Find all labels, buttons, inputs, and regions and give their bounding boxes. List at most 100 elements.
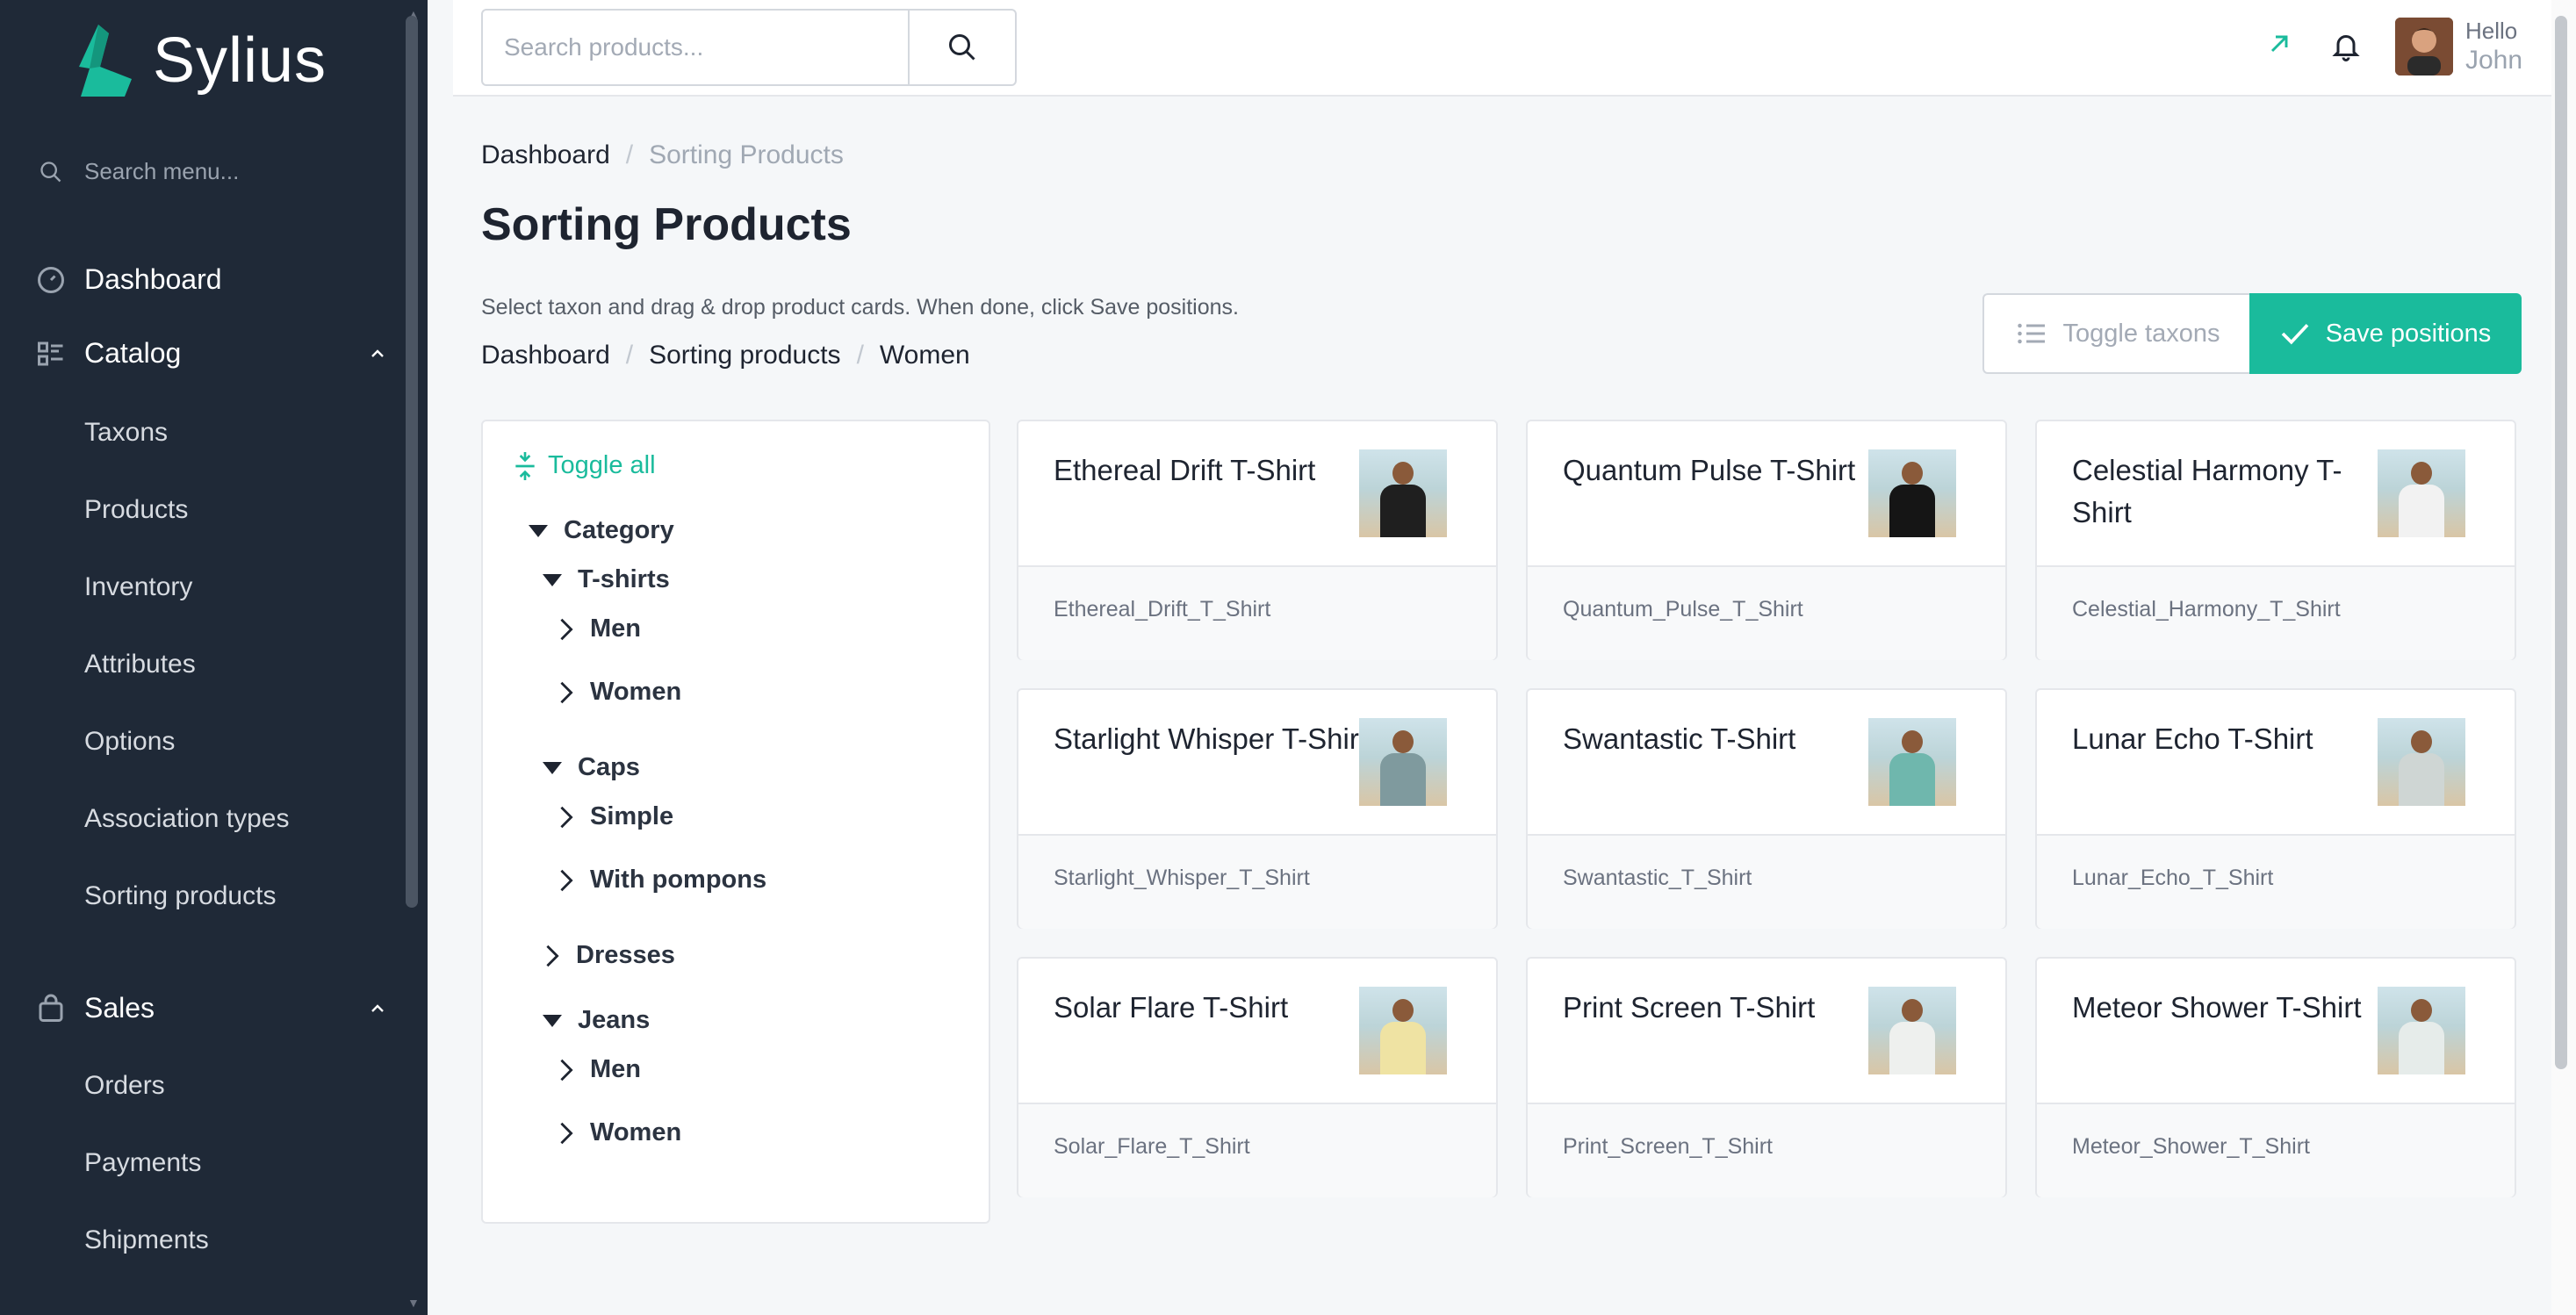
sylius-logo[interactable]: Sylius	[74, 23, 327, 98]
tree-node-category[interactable]: Category	[529, 516, 674, 545]
product-card[interactable]: Meteor Shower T-Shirt Meteor_Shower_T_Sh…	[2035, 957, 2516, 1197]
hello-text: Hello	[2465, 18, 2518, 44]
sidebar-section-sales[interactable]: Sales	[35, 992, 386, 1024]
tree-node-label: T-shirts	[578, 565, 670, 593]
product-thumbnail	[1359, 718, 1447, 806]
product-card[interactable]: Solar Flare T-Shirt Solar_Flare_T_Shirt	[1017, 957, 1498, 1197]
chevron-up-icon	[371, 349, 384, 357]
product-search-button[interactable]	[908, 11, 1015, 84]
product-name: Quantum Pulse T-Shirt	[1563, 454, 1856, 486]
sidebar-item-attributes[interactable]: Attributes	[84, 650, 196, 679]
top-bar: Hello John	[453, 0, 2553, 97]
save-positions-button[interactable]: Save positions	[2249, 293, 2522, 374]
product-thumbnail	[1868, 987, 1956, 1074]
tree-node-label: Jeans	[578, 1006, 651, 1034]
breadcrumb-separator: /	[625, 140, 634, 169]
sidebar-item-sorting-products[interactable]: Sorting products	[84, 881, 276, 911]
product-card[interactable]: Swantastic T-Shirt Swantastic_T_Shirt	[1526, 688, 2007, 929]
breadcrumb-dashboard[interactable]: Dashboard	[481, 140, 610, 170]
menu-search[interactable]: Search menu...	[39, 158, 239, 185]
chevron-up-icon	[371, 1003, 384, 1012]
dashboard-icon	[38, 266, 64, 293]
card-divider	[2037, 565, 2515, 567]
product-name: Swantastic T-Shirt	[1563, 722, 1796, 755]
collapse-icon	[515, 451, 535, 480]
card-divider	[1018, 565, 1496, 567]
sidebar-item-options[interactable]: Options	[84, 727, 175, 757]
caret-down-icon	[529, 524, 548, 537]
sidebar-scroll-down-arrow[interactable]: ▼	[407, 1296, 420, 1310]
product-code: Ethereal_Drift_T_Shirt	[1054, 597, 1271, 622]
bell-icon[interactable]	[2330, 30, 2362, 66]
product-thumbnail	[1868, 718, 1956, 806]
tree-node-caps[interactable]: Caps	[543, 753, 640, 782]
sidebar-item-payments[interactable]: Payments	[84, 1148, 201, 1178]
sidebar-item-dashboard[interactable]: Dashboard	[35, 263, 386, 296]
tree-node-dresses[interactable]: Dresses	[544, 941, 675, 970]
menu-search-placeholder: Search menu...	[84, 158, 240, 184]
product-name: Lunar Echo T-Shirt	[2072, 722, 2313, 755]
tree-node-tshirts[interactable]: T-shirts	[543, 565, 670, 594]
tree-node-tshirts-women[interactable]: Women	[558, 678, 681, 707]
tree-node-label: With pompons	[590, 866, 767, 894]
external-link-icon[interactable]	[2265, 30, 2293, 62]
product-card[interactable]: Celestial Harmony T-Shirt Celestial_Harm…	[2035, 420, 2516, 660]
sidebar: Sylius Search menu... Dashboard Catalog …	[0, 0, 428, 1315]
tree-node-jeans-men[interactable]: Men	[558, 1055, 641, 1084]
product-card[interactable]: Starlight Whisper T-Shirt Starlight_Whis…	[1017, 688, 1498, 929]
tree-node-caps-pompons[interactable]: With pompons	[558, 866, 766, 895]
taxon-breadcrumb-women: Women	[879, 341, 970, 370]
product-name: Meteor Shower T-Shirt	[2072, 991, 2362, 1024]
chevron-right-icon	[560, 806, 573, 828]
taxon-breadcrumb-dashboard[interactable]: Dashboard	[481, 341, 610, 370]
sidebar-item-orders[interactable]: Orders	[84, 1071, 165, 1101]
product-card[interactable]: Ethereal Drift T-Shirt Ethereal_Drift_T_…	[1017, 420, 1498, 660]
page-description: Select taxon and drag & drop product car…	[481, 295, 1239, 320]
chevron-right-icon	[560, 1059, 573, 1081]
sidebar-item-products[interactable]: Products	[84, 495, 188, 525]
breadcrumb-current: Sorting Products	[649, 140, 844, 169]
card-divider	[1018, 1103, 1496, 1104]
product-code: Meteor_Shower_T_Shirt	[2072, 1134, 2310, 1159]
sidebar-section-catalog[interactable]: Catalog	[35, 337, 386, 370]
card-divider	[1018, 834, 1496, 836]
tree-node-label: Men	[590, 1055, 641, 1083]
product-thumbnail	[2378, 718, 2465, 806]
tree-node-caps-simple[interactable]: Simple	[558, 802, 673, 831]
tree-node-label: Simple	[590, 802, 674, 830]
tree-node-label: Men	[590, 614, 641, 643]
toggle-taxons-button[interactable]: Toggle taxons	[1982, 293, 2251, 374]
page-title: Sorting Products	[481, 199, 852, 250]
sidebar-item-taxons[interactable]: Taxons	[84, 418, 168, 448]
sidebar-item-association-types[interactable]: Association types	[84, 804, 289, 834]
product-name: Solar Flare T-Shirt	[1054, 991, 1289, 1024]
product-name: Starlight Whisper T-Shirt	[1054, 722, 1368, 755]
tree-node-tshirts-men[interactable]: Men	[558, 614, 641, 643]
user-greeting[interactable]: Hello John	[2465, 16, 2522, 75]
sidebar-item-inventory[interactable]: Inventory	[84, 572, 192, 602]
catalog-icon	[38, 341, 63, 365]
list-icon	[2017, 323, 2045, 344]
product-card[interactable]: Print Screen T-Shirt Print_Screen_T_Shir…	[1526, 957, 2007, 1197]
card-divider	[1528, 565, 2005, 567]
product-card[interactable]: Quantum Pulse T-Shirt Quantum_Pulse_T_Sh…	[1526, 420, 2007, 660]
tree-node-jeans-women[interactable]: Women	[558, 1118, 681, 1147]
card-divider	[2037, 834, 2515, 836]
logo-text: Sylius	[153, 25, 327, 96]
tree-node-jeans[interactable]: Jeans	[543, 1006, 650, 1035]
product-name: Ethereal Drift T-Shirt	[1054, 454, 1316, 486]
product-search-input[interactable]	[483, 11, 908, 84]
sidebar-catalog-label: Catalog	[84, 337, 182, 369]
sidebar-scrollbar[interactable]	[406, 16, 418, 908]
product-code: Celestial_Harmony_T_Shirt	[2072, 597, 2341, 622]
taxon-breadcrumb-sorting-products[interactable]: Sorting products	[649, 341, 840, 370]
product-card[interactable]: Lunar Echo T-Shirt Lunar_Echo_T_Shirt	[2035, 688, 2516, 929]
tree-node-label: Caps	[578, 753, 640, 781]
sidebar-dashboard-label: Dashboard	[84, 263, 222, 295]
product-name: Celestial Harmony T-Shirt	[2072, 454, 2342, 528]
sidebar-item-shipments[interactable]: Shipments	[84, 1225, 209, 1255]
product-code: Lunar_Echo_T_Shirt	[2072, 866, 2274, 890]
toggle-all-button[interactable]: Toggle all	[513, 451, 656, 480]
page-scrollbar[interactable]	[2555, 16, 2567, 1069]
avatar[interactable]	[2395, 18, 2453, 75]
